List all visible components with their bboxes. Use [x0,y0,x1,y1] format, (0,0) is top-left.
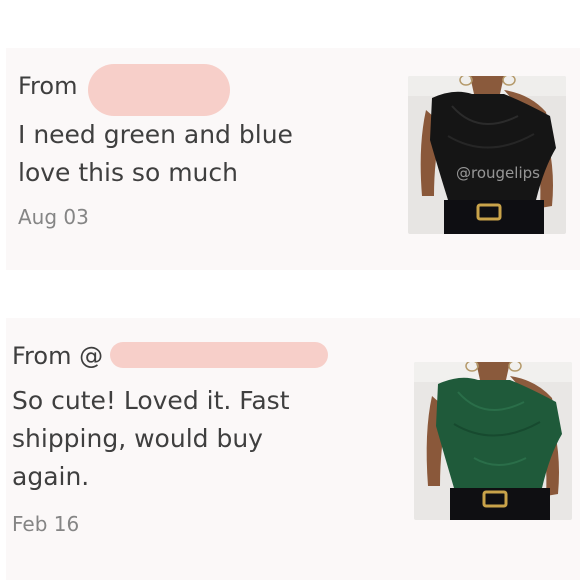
review-message: So cute! Loved it. Fast shipping, would … [12,382,290,496]
product-photo[interactable]: @rougelips [408,76,566,234]
redacted-username [110,342,328,368]
review-card: From @ So cute! Loved it. Fast shipping,… [6,318,580,580]
review-from-line: From @ [12,342,103,370]
review-card: From I need green and blue love this so … [6,48,580,270]
review-message-line: So cute! Loved it. Fast [12,386,290,415]
review-message: I need green and blue love this so much [18,116,293,192]
review-message-line: I need green and blue [18,120,293,149]
from-label: From [18,72,78,100]
product-photo-black-top [408,76,566,234]
redacted-username [88,64,230,116]
review-message-line: love this so much [18,158,238,187]
product-photo-green-top [414,362,572,520]
photo-watermark: @rougelips [456,164,540,182]
review-date: Aug 03 [18,205,89,229]
review-message-line: again. [12,462,90,491]
from-label: From @ [12,342,104,370]
review-date: Feb 16 [12,512,80,536]
product-photo[interactable] [414,362,572,520]
review-from-line: From [18,72,77,100]
review-message-line: shipping, would buy [12,424,263,453]
